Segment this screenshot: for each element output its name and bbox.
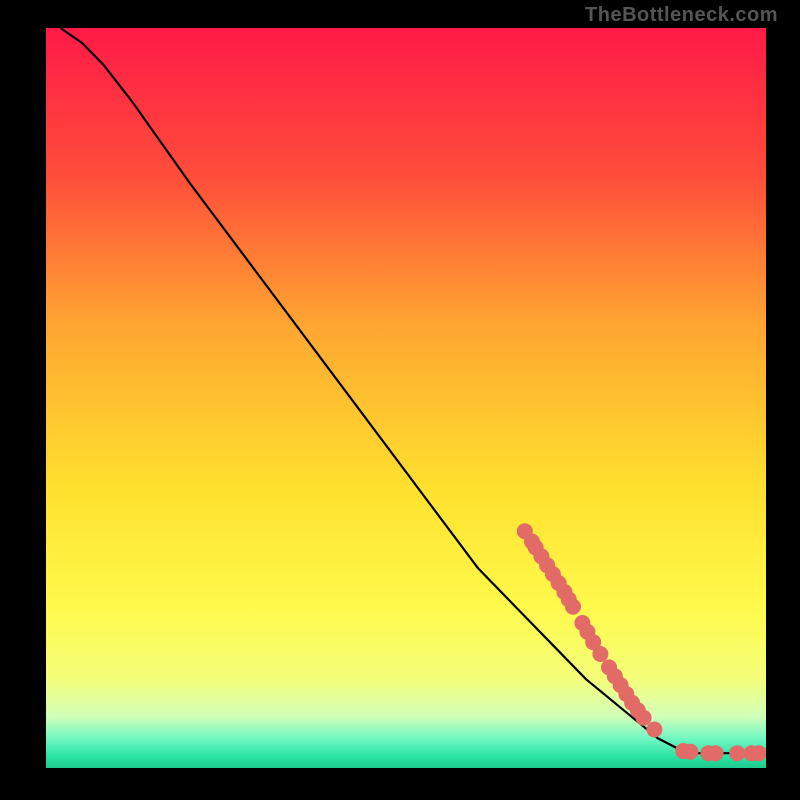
credit-label: TheBottleneck.com (585, 4, 778, 27)
plot-area (46, 28, 766, 768)
chart-frame: TheBottleneck.com (0, 0, 800, 800)
chart-svg (46, 28, 766, 768)
